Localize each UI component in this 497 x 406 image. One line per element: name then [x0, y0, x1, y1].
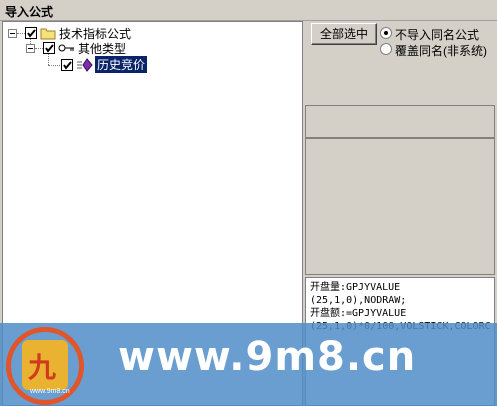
tree-connector — [35, 48, 43, 49]
radio-no-import-label[interactable]: 不导入同名公式 — [395, 26, 479, 43]
tree-connector — [17, 33, 25, 34]
folder-icon — [40, 28, 56, 40]
tree-connector — [48, 54, 49, 65]
tree-leaf-label[interactable]: 历史竞价 — [95, 56, 148, 73]
watermark-logo-char: 九 — [28, 351, 57, 384]
description-box — [305, 138, 495, 275]
root-checkbox[interactable] — [25, 27, 37, 39]
leaf-checkbox[interactable] — [61, 59, 73, 71]
collapse-root-icon[interactable] — [8, 29, 17, 38]
select-all-button[interactable]: 全部选中 — [311, 23, 377, 45]
radio-overwrite[interactable] — [380, 43, 392, 55]
preview-line: 开盘额:=GPJYVALUE — [310, 308, 407, 319]
collapse-child-icon[interactable] — [26, 44, 35, 53]
radio-no-import[interactable] — [380, 27, 392, 39]
preview-line: 开盘量:GPJYVALUE — [310, 282, 401, 293]
radio-overwrite-label[interactable]: 覆盖同名(非系统) — [395, 42, 487, 59]
tree-connector — [48, 65, 60, 66]
watermark-logo-small-text: www.9m8.cn — [30, 388, 70, 395]
tree-child-label[interactable]: 其他类型 — [78, 40, 126, 57]
key-icon — [58, 44, 74, 52]
formula-icon — [77, 58, 93, 72]
window-titlebar: 导入公式 — [0, 0, 497, 21]
info-box — [305, 105, 495, 138]
watermark-url: www.9m8.cn — [118, 334, 417, 380]
window-title: 导入公式 — [5, 5, 54, 19]
preview-line: (25,1,0),NODRAW; — [310, 295, 407, 306]
child-checkbox[interactable] — [43, 42, 55, 54]
